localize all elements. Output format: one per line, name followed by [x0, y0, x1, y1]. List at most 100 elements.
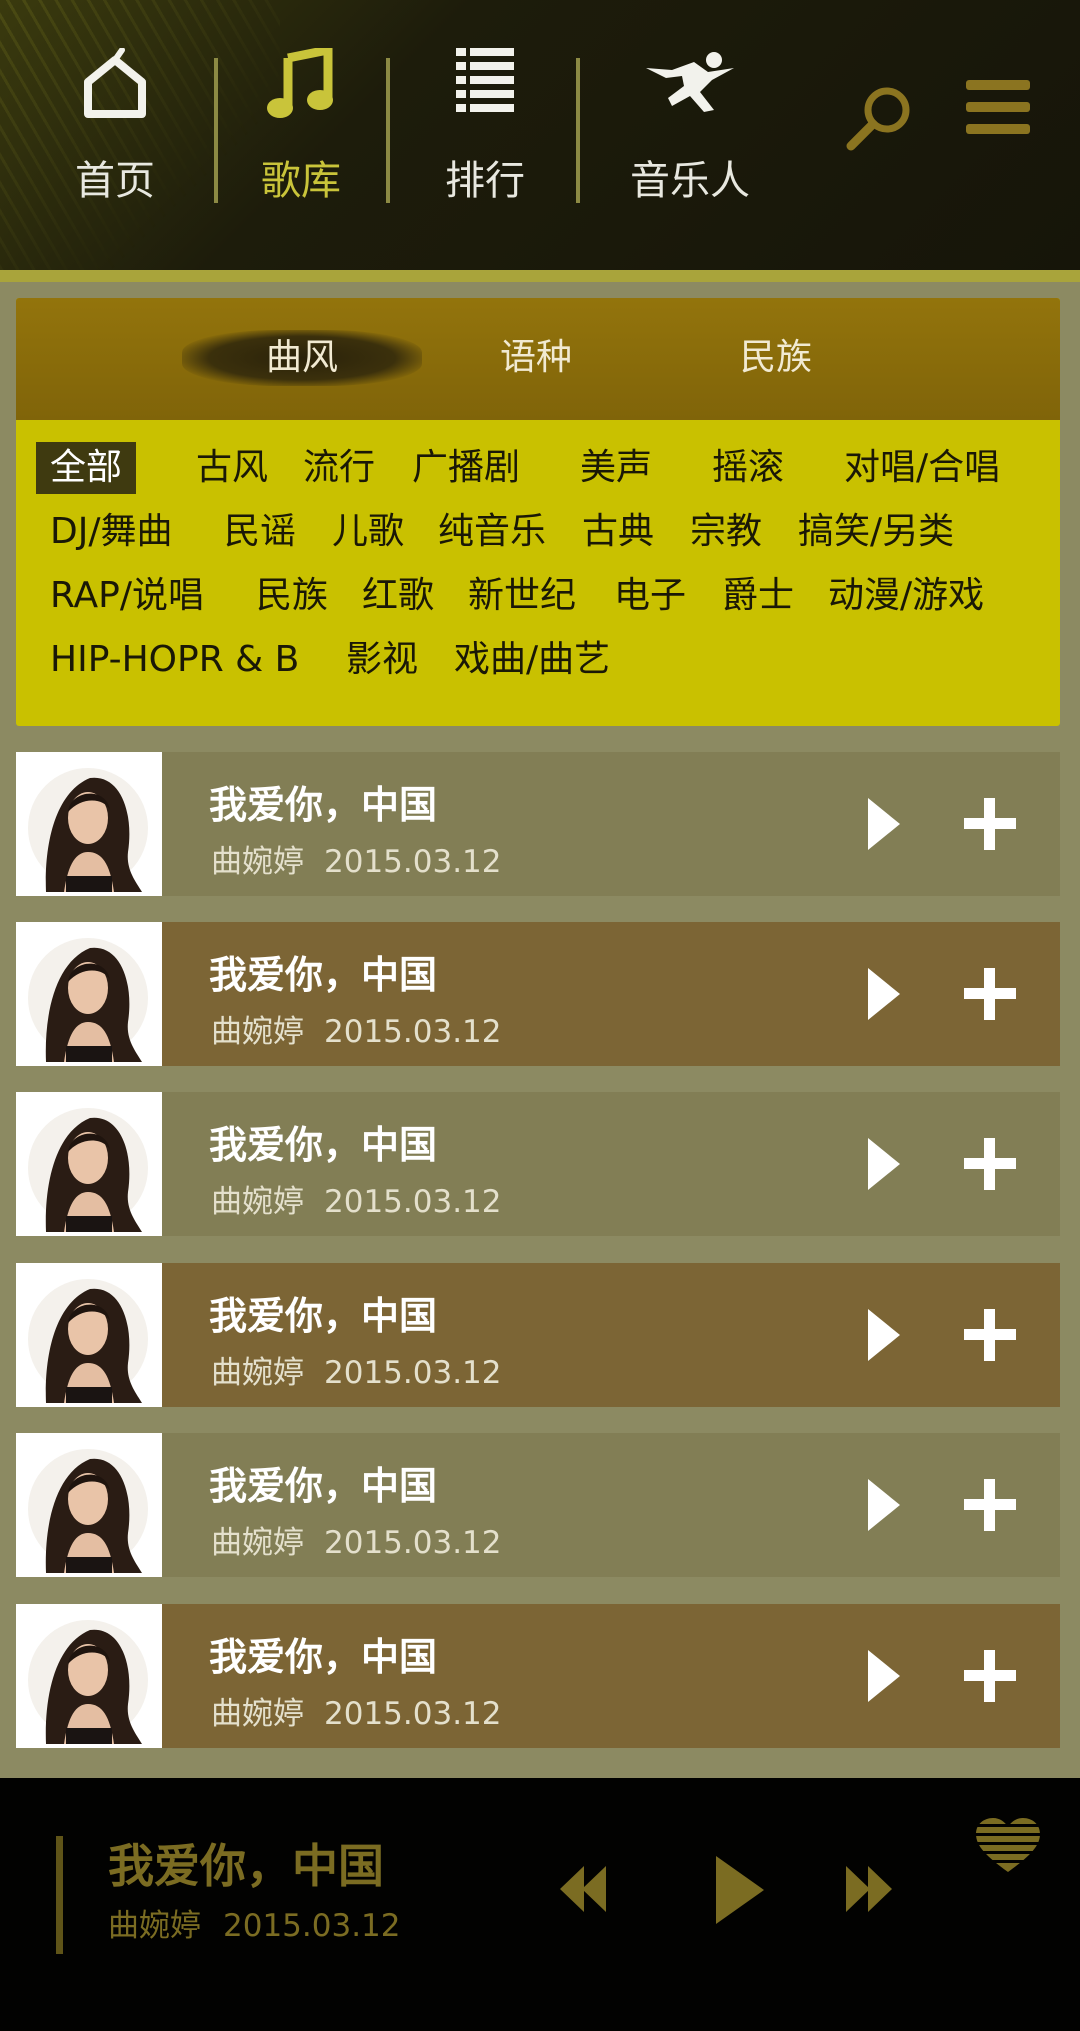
song-meta: 曲婉婷 2015.03.12: [211, 1517, 502, 1562]
genre-item[interactable]: 古风: [196, 442, 268, 494]
genre-item[interactable]: 民谣: [224, 506, 296, 558]
play-icon[interactable]: [714, 1854, 766, 1926]
song-row[interactable]: 我爱你，中国 曲婉婷 2015.03.12: [16, 752, 1060, 896]
genre-item[interactable]: 古典: [582, 506, 654, 558]
genre-item[interactable]: 电子: [614, 570, 686, 622]
nav-separator: [214, 58, 218, 203]
song-artist: 曲婉婷: [211, 1696, 304, 1732]
artist-photo-icon: [28, 1279, 148, 1403]
song-meta: 曲婉婷 2015.03.12: [211, 1688, 502, 1733]
album-thumbnail: [16, 752, 162, 896]
genre-item[interactable]: 对唱/合唱: [844, 442, 1000, 494]
artist-photo-icon: [28, 938, 148, 1062]
album-thumbnail: [16, 1604, 162, 1748]
genre-item[interactable]: DJ/舞曲: [50, 506, 172, 558]
genre-item[interactable]: RAP/说唱: [50, 570, 204, 622]
nav-separator: [576, 58, 580, 203]
menu-icon[interactable]: [966, 80, 1030, 138]
song-title: 我爱你，中国: [209, 953, 438, 997]
genre-item[interactable]: 爵士: [722, 570, 794, 622]
genre-item[interactable]: 儿歌: [332, 506, 404, 558]
mini-player: 我爱你，中国 曲婉婷 2015.03.12: [0, 1778, 1080, 2031]
genre-item[interactable]: 搞笑/另类: [798, 506, 954, 558]
song-title: 我爱你，中国: [209, 1464, 438, 1508]
song-title: 我爱你，中国: [209, 783, 438, 827]
play-icon[interactable]: [864, 1307, 904, 1363]
nav-ranking-label: 排行: [445, 158, 525, 204]
nav-underline: [0, 270, 1080, 282]
play-icon[interactable]: [864, 966, 904, 1022]
search-icon[interactable]: [845, 82, 915, 152]
nav-library[interactable]: 歌库: [226, 40, 376, 210]
nav-musician[interactable]: 音乐人: [610, 40, 770, 210]
album-thumbnail: [16, 1433, 162, 1577]
song-row[interactable]: 我爱你，中国 曲婉婷 2015.03.12: [16, 1263, 1060, 1407]
genre-item[interactable]: 民族: [256, 570, 328, 622]
tab-ethnic[interactable]: 民族: [676, 328, 876, 388]
nav-ranking[interactable]: 排行: [410, 40, 560, 210]
filter-panel: 曲风 语种 民族 全部 古风 流行 广播剧 美声 摇滚 对唱/合唱 DJ/舞曲 …: [16, 298, 1060, 726]
next-icon[interactable]: [844, 1864, 892, 1914]
song-meta: 曲婉婷 2015.03.12: [211, 1347, 502, 1392]
album-thumbnail: [16, 1263, 162, 1407]
nav-library-label: 歌库: [261, 158, 341, 204]
add-icon[interactable]: [964, 966, 1016, 1022]
musician-icon: [646, 52, 734, 112]
list-icon: [456, 48, 514, 112]
add-icon[interactable]: [964, 1307, 1016, 1363]
player-accent-bar: [56, 1836, 63, 1954]
add-icon[interactable]: [964, 796, 1016, 852]
song-title: 我爱你，中国: [209, 1635, 438, 1679]
previous-icon[interactable]: [560, 1864, 608, 1914]
play-icon[interactable]: [864, 1648, 904, 1704]
genre-item[interactable]: 美声: [580, 442, 652, 494]
nav-home[interactable]: 首页: [40, 40, 190, 210]
song-row[interactable]: 我爱你，中国 曲婉婷 2015.03.12: [16, 922, 1060, 1066]
play-icon[interactable]: [864, 1136, 904, 1192]
song-meta: 曲婉婷 2015.03.12: [211, 1006, 502, 1051]
genre-item[interactable]: 流行: [303, 442, 375, 494]
song-date: 2015.03.12: [324, 844, 502, 880]
add-icon[interactable]: [964, 1648, 1016, 1704]
player-date: 2015.03.12: [223, 1908, 401, 1944]
heart-icon[interactable]: [976, 1818, 1040, 1874]
player-artist: 曲婉婷: [108, 1908, 201, 1944]
song-meta: 曲婉婷 2015.03.12: [211, 836, 502, 881]
song-row[interactable]: 我爱你，中国 曲婉婷 2015.03.12: [16, 1092, 1060, 1236]
album-thumbnail: [16, 922, 162, 1066]
genre-item[interactable]: 新世纪: [468, 570, 576, 622]
genre-item[interactable]: 红歌: [362, 570, 434, 622]
artist-photo-icon: [28, 1108, 148, 1232]
nav-home-label: 首页: [75, 158, 155, 204]
artist-photo-icon: [28, 1620, 148, 1744]
player-song-title: 我爱你，中国: [108, 1839, 384, 1893]
genre-item[interactable]: 宗教: [690, 506, 762, 558]
song-row[interactable]: 我爱你，中国 曲婉婷 2015.03.12: [16, 1433, 1060, 1577]
play-icon[interactable]: [864, 1477, 904, 1533]
tab-language[interactable]: 语种: [436, 328, 636, 388]
song-row[interactable]: 我爱你，中国 曲婉婷 2015.03.12: [16, 1604, 1060, 1748]
song-date: 2015.03.12: [324, 1184, 502, 1220]
music-note-icon: [267, 48, 333, 118]
song-artist: 曲婉婷: [211, 1525, 304, 1561]
genre-item[interactable]: 广播剧: [412, 442, 520, 494]
tab-style[interactable]: 曲风: [182, 328, 422, 388]
add-icon[interactable]: [964, 1136, 1016, 1192]
genre-item[interactable]: 影视: [346, 634, 418, 686]
nav-separator: [386, 58, 390, 203]
genre-all[interactable]: 全部: [36, 442, 137, 494]
song-title: 我爱你，中国: [209, 1294, 438, 1338]
genre-item[interactable]: 纯音乐: [438, 506, 546, 558]
artist-photo-icon: [28, 768, 148, 892]
song-artist: 曲婉婷: [211, 1184, 304, 1220]
album-thumbnail: [16, 1092, 162, 1236]
song-date: 2015.03.12: [324, 1355, 502, 1391]
genre-item[interactable]: 动漫/游戏: [828, 570, 984, 622]
genre-item[interactable]: 戏曲/曲艺: [454, 634, 610, 686]
song-artist: 曲婉婷: [211, 1355, 304, 1391]
genre-item[interactable]: HIP-HOPR & B: [50, 634, 299, 686]
play-icon[interactable]: [864, 796, 904, 852]
add-icon[interactable]: [964, 1477, 1016, 1533]
genre-item[interactable]: 摇滚: [712, 442, 784, 494]
top-nav: 首页 歌库 排行 音乐人: [0, 0, 1080, 270]
